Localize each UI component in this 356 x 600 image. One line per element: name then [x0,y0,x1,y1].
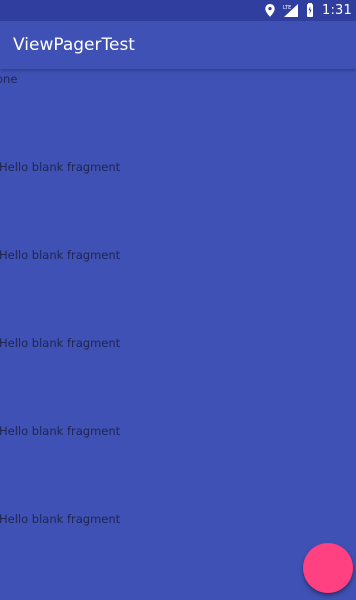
floating-action-button[interactable] [303,543,353,593]
view-pager-content[interactable]: one Hello blank fragment Hello blank fra… [0,69,356,600]
signal-lte-icon: LTE [283,4,298,17]
svg-text:LTE: LTE [283,5,291,11]
status-time: 1:31 [322,3,352,18]
app-window: LTE 1:31 ViewPagerTest one Hello blank f… [0,0,356,600]
fragment-text: Hello blank fragment [0,336,121,350]
fragment-text: Hello blank fragment [0,512,121,526]
fragment-text: Hello blank fragment [0,160,121,174]
fragment-list: Hello blank fragment Hello blank fragmen… [0,69,356,600]
status-icons: LTE 1:31 [263,2,352,19]
location-icon [265,4,275,17]
app-title: ViewPagerTest [13,35,135,55]
fragment-text: Hello blank fragment [0,248,121,262]
fragment-text: Hello blank fragment [0,424,121,438]
status-bar: LTE 1:31 [0,0,356,21]
app-bar: ViewPagerTest [0,21,356,69]
battery-icon [307,3,313,17]
